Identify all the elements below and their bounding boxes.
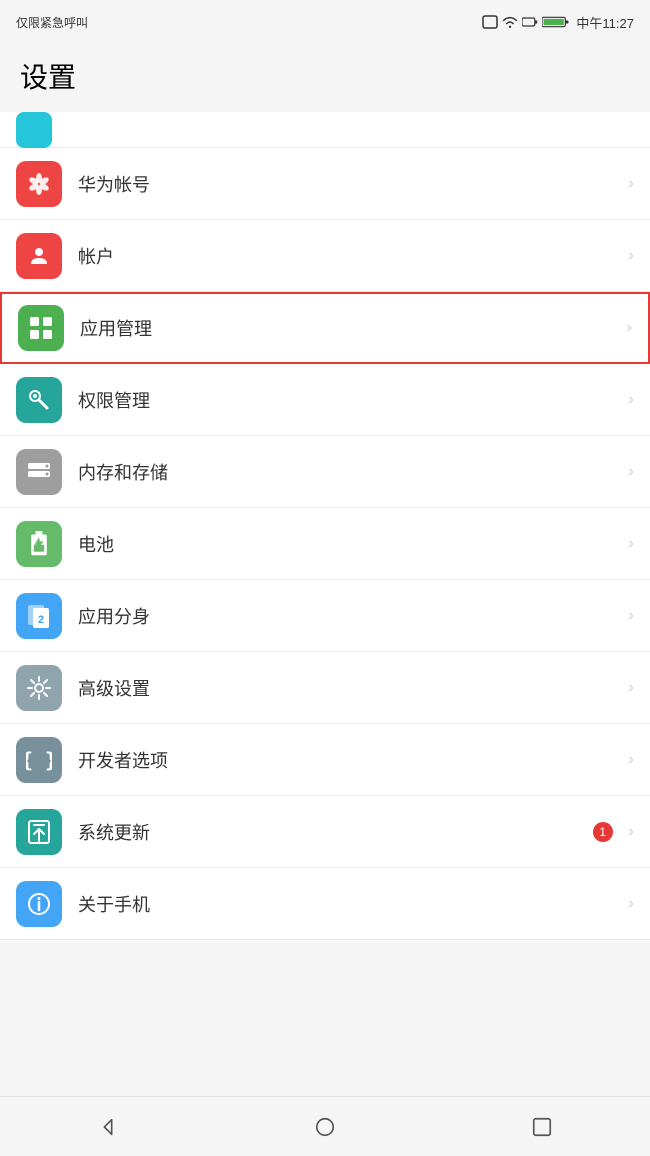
advanced-icon [16, 665, 62, 711]
settings-item-advanced[interactable]: 高级设置 › [0, 652, 650, 724]
about-icon [16, 881, 62, 927]
status-bar-right: 中午11:27 [482, 13, 634, 32]
settings-item-app-clone[interactable]: 2 应用分身 › [0, 580, 650, 652]
permission-label: 权限管理 [78, 387, 621, 413]
huawei-account-arrow: › [629, 175, 634, 193]
recent-button[interactable] [512, 1107, 572, 1147]
wifi-icon [502, 15, 518, 29]
bottom-nav [0, 1096, 650, 1156]
developer-arrow: › [629, 751, 634, 769]
app-management-icon [18, 305, 64, 351]
permission-arrow: › [629, 391, 634, 409]
back-icon [97, 1116, 119, 1138]
permission-icon [16, 377, 62, 423]
advanced-label: 高级设置 [78, 675, 621, 701]
svg-text:2: 2 [38, 614, 44, 626]
storage-icon [16, 449, 62, 495]
settings-item-app-management[interactable]: 应用管理 › [0, 292, 650, 364]
app-management-label: 应用管理 [80, 315, 619, 341]
settings-item-storage[interactable]: 内存和存储 › [0, 436, 650, 508]
partial-top-item[interactable] [0, 112, 650, 148]
developer-label: 开发者选项 [78, 747, 621, 773]
partial-item-icon [16, 112, 52, 148]
settings-item-about[interactable]: 关于手机 › [0, 868, 650, 940]
app-clone-arrow: › [629, 607, 634, 625]
huawei-account-label: 华为帐号 [78, 171, 621, 197]
svg-text:{ }: { } [26, 748, 52, 772]
advanced-arrow: › [629, 679, 634, 697]
app-clone-label: 应用分身 [78, 603, 621, 629]
page-title: 设置 [0, 44, 650, 112]
home-button[interactable] [295, 1107, 355, 1147]
settings-item-account[interactable]: 帐户 › [0, 220, 650, 292]
back-button[interactable] [78, 1107, 138, 1147]
account-arrow: › [629, 247, 634, 265]
status-bar-left: 仅限紧急呼叫 [16, 14, 88, 31]
system-update-icon [16, 809, 62, 855]
settings-item-developer[interactable]: { } 开发者选项 › [0, 724, 650, 796]
settings-item-system-update[interactable]: 系统更新 1 › [0, 796, 650, 868]
settings-list: 华为帐号 › 帐户 › 应用管理 › [0, 112, 650, 940]
recent-icon [531, 1116, 553, 1138]
app-management-arrow: › [627, 319, 632, 337]
storage-arrow: › [629, 463, 634, 481]
battery-label: 电池 [78, 531, 621, 557]
sim-icon [482, 15, 498, 29]
status-bar: 仅限紧急呼叫 [0, 0, 650, 44]
status-icons [482, 15, 570, 29]
storage-label: 内存和存储 [78, 459, 621, 485]
settings-item-permission[interactable]: 权限管理 › [0, 364, 650, 436]
huawei-account-icon [16, 161, 62, 207]
battery-setting-icon [16, 521, 62, 567]
battery-arrow: › [629, 535, 634, 553]
settings-item-huawei-account[interactable]: 华为帐号 › [0, 148, 650, 220]
battery-empty-icon [522, 16, 538, 28]
home-icon [314, 1116, 336, 1138]
app-clone-icon: 2 [16, 593, 62, 639]
battery-icon [542, 15, 570, 29]
status-time: 中午11:27 [576, 13, 634, 32]
system-update-badge: 1 [593, 822, 613, 842]
account-label: 帐户 [78, 243, 621, 269]
system-update-arrow: › [629, 823, 634, 841]
about-arrow: › [629, 895, 634, 913]
about-label: 关于手机 [78, 891, 621, 917]
system-update-label: 系统更新 [78, 819, 593, 845]
account-icon [16, 233, 62, 279]
developer-icon: { } [16, 737, 62, 783]
settings-item-battery[interactable]: 电池 › [0, 508, 650, 580]
